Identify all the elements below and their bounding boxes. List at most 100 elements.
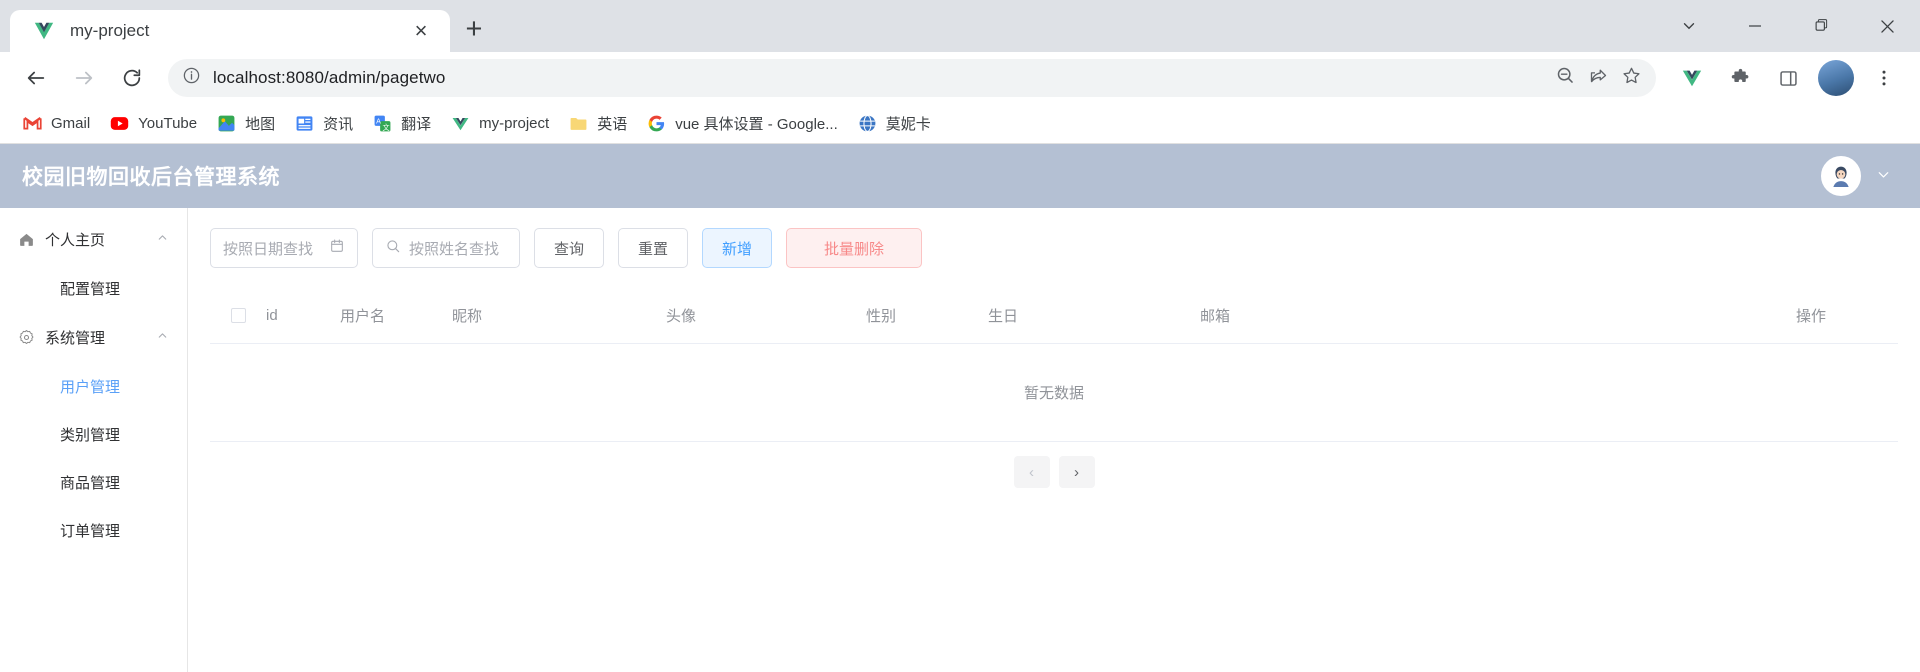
google-icon <box>647 114 666 133</box>
column-header-avatar: 头像 <box>666 308 697 325</box>
bookmark-label: 地图 <box>245 116 276 133</box>
browser-tab[interactable]: my-project × <box>10 10 450 52</box>
page-title: 校园旧物回收后台管理系统 <box>22 166 280 189</box>
omnibox-actions <box>1555 65 1642 91</box>
sidebar-item-label: 商品管理 <box>60 474 121 492</box>
address-bar[interactable]: localhost:8080/admin/pagetwo <box>168 59 1656 97</box>
sidebar-item-label: 用户管理 <box>60 378 121 396</box>
name-search-input[interactable]: 按照姓名查找 <box>372 228 520 268</box>
gmail-icon <box>23 114 42 133</box>
puzzle-icon[interactable] <box>1718 56 1762 100</box>
next-page-button[interactable]: › <box>1058 456 1095 488</box>
profile-avatar[interactable] <box>1814 56 1858 100</box>
forward-icon[interactable] <box>62 56 106 100</box>
gear-icon <box>18 329 35 346</box>
star-icon[interactable] <box>1621 65 1642 91</box>
bookmark-youtube[interactable]: YouTube <box>101 109 206 138</box>
batch-delete-button[interactable]: 批量删除 <box>786 228 923 268</box>
close-icon[interactable]: × <box>406 16 436 46</box>
tab-search-icon[interactable] <box>1656 0 1722 52</box>
bookmark-vue-settings[interactable]: vue 具体设置 - Google... <box>638 108 847 139</box>
maximize-button[interactable] <box>1788 0 1854 52</box>
bookmark-label: my-project <box>479 115 550 132</box>
sidebar-item-config[interactable]: 配置管理 <box>0 264 187 312</box>
sidebar: 个人主页 配置管理 系统管理 用户管理 类别管理 商品管理 订单管理 <box>0 208 188 672</box>
bookmark-my-project[interactable]: my-project <box>442 109 558 138</box>
date-search-input[interactable]: 按照日期查找 <box>210 228 358 268</box>
reset-button[interactable]: 重置 <box>618 228 689 268</box>
tab-strip: my-project × + <box>0 0 1920 52</box>
sidebar-item-system[interactable]: 系统管理 <box>0 312 187 362</box>
bookmark-gmail[interactable]: Gmail <box>14 109 99 138</box>
column-header-operation: 操作 <box>1795 308 1826 325</box>
main-content: 按照日期查找 按照姓名查找 查询 重置 新增 批量删除 id 用户名 昵称 头像… <box>188 208 1920 672</box>
bookmark-news[interactable]: 资讯 <box>286 108 362 139</box>
query-button[interactable]: 查询 <box>534 228 605 268</box>
sidebar-item-order-management[interactable]: 订单管理 <box>0 506 187 554</box>
three-dot-menu-icon[interactable] <box>1862 56 1906 100</box>
window-controls <box>1656 0 1920 52</box>
select-all-checkbox[interactable] <box>210 308 266 323</box>
vue-devtools-icon[interactable] <box>1670 56 1714 100</box>
bookmark-label: 莫妮卡 <box>885 116 931 133</box>
date-input-placeholder: 按照日期查找 <box>223 240 314 258</box>
bookmark-label: vue 具体设置 - Google... <box>675 116 838 133</box>
name-input-placeholder: 按照姓名查找 <box>409 240 500 258</box>
sidebar-item-label: 类别管理 <box>60 426 121 444</box>
svg-text:文: 文 <box>383 123 390 132</box>
chevron-up-icon <box>156 329 169 345</box>
sidebar-item-product-management[interactable]: 商品管理 <box>0 458 187 506</box>
close-window-button[interactable] <box>1854 0 1920 52</box>
bookmark-label: 资讯 <box>323 116 354 133</box>
google-news-icon <box>295 114 314 133</box>
vue-logo-icon <box>451 114 470 133</box>
search-icon <box>385 238 401 258</box>
browser-toolbar: localhost:8080/admin/pagetwo <box>0 52 1920 104</box>
bookmark-maps[interactable]: 地图 <box>208 108 284 139</box>
url-text: localhost:8080/admin/pagetwo <box>213 68 446 87</box>
sidebar-item-category-management[interactable]: 类别管理 <box>0 410 187 458</box>
column-header-birthday: 生日 <box>988 308 1019 325</box>
side-panel-icon[interactable] <box>1766 56 1810 100</box>
bookmark-monica[interactable]: 莫妮卡 <box>849 108 940 139</box>
reload-icon[interactable] <box>110 56 154 100</box>
column-header-gender: 性别 <box>866 308 897 325</box>
app-header-actions <box>1821 156 1892 196</box>
folder-icon <box>569 114 588 133</box>
sidebar-item-home[interactable]: 个人主页 <box>0 214 187 264</box>
home-icon <box>18 231 35 248</box>
column-header-nickname: 昵称 <box>452 308 483 325</box>
sidebar-item-label: 个人主页 <box>45 231 106 249</box>
youtube-icon <box>110 114 129 133</box>
table-header-row: id 用户名 昵称 头像 性别 生日 邮箱 操作 <box>210 288 1898 344</box>
operation-bar: 按照日期查找 按照姓名查找 查询 重置 新增 批量删除 <box>210 226 1898 288</box>
calendar-icon[interactable] <box>329 238 345 258</box>
bookmark-folder-english[interactable]: 英语 <box>560 108 636 139</box>
monica-globe-icon <box>858 114 877 133</box>
user-table: id 用户名 昵称 头像 性别 生日 邮箱 操作 暂无数据 ‹ › <box>210 288 1898 502</box>
back-icon[interactable] <box>14 56 58 100</box>
info-circle-icon[interactable] <box>182 66 201 90</box>
app-body: 个人主页 配置管理 系统管理 用户管理 类别管理 商品管理 订单管理 按照日期查… <box>0 208 1920 672</box>
chevron-up-icon <box>156 231 169 247</box>
new-tab-button[interactable]: + <box>450 8 498 50</box>
prev-page-button[interactable]: ‹ <box>1013 456 1050 488</box>
bookmark-translate[interactable]: A文 翻译 <box>364 108 440 139</box>
empty-state-text: 暂无数据 <box>210 344 1898 442</box>
share-icon[interactable] <box>1588 65 1609 91</box>
user-avatar[interactable] <box>1821 156 1861 196</box>
column-header-id: id <box>266 307 278 324</box>
add-button[interactable]: 新增 <box>702 228 773 268</box>
minimize-button[interactable] <box>1722 0 1788 52</box>
sidebar-item-label: 订单管理 <box>60 522 121 540</box>
svg-text:A: A <box>376 118 381 126</box>
zoom-out-icon[interactable] <box>1555 65 1576 91</box>
browser-window: my-project × + localhost:8080/admin/page… <box>0 0 1920 672</box>
chevron-down-icon[interactable] <box>1875 166 1892 187</box>
sidebar-item-user-management[interactable]: 用户管理 <box>0 362 187 410</box>
tab-title: my-project <box>70 21 150 40</box>
vue-logo-icon <box>32 19 56 43</box>
google-translate-icon: A文 <box>373 114 392 133</box>
bookmark-label: 翻译 <box>401 116 432 133</box>
pagination: ‹ › <box>210 442 1898 502</box>
